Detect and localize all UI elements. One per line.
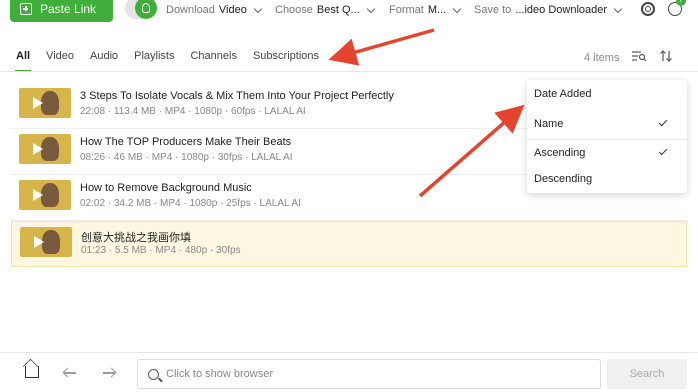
search-button[interactable]: Search <box>607 359 687 389</box>
sort-option-date-added[interactable]: Date Added <box>534 88 592 100</box>
menu-divider <box>527 139 687 140</box>
sort-option-ascending[interactable]: Ascending <box>534 147 585 159</box>
video-meta: 02:02 · 34.2 MB · MP4 · 1080p · 25fps · … <box>80 198 301 209</box>
video-thumbnail <box>20 227 72 257</box>
annotation-arrow-to-sort <box>328 28 435 66</box>
video-meta: 22:08 · 113.4 MB · MP4 · 1080p · 60fps ·… <box>80 106 306 117</box>
download-type-select[interactable]: Download Video <box>166 4 263 16</box>
chevron-down-icon <box>452 4 462 13</box>
forward-arrow-icon[interactable] <box>103 372 115 374</box>
sort-option-name[interactable]: Name <box>534 118 563 130</box>
browser-address-field[interactable]: Click to show browser <box>137 359 601 389</box>
tab-all[interactable]: All <box>14 50 32 72</box>
tabs-divider <box>0 71 698 72</box>
bottom-bar: Click to show browser Search <box>0 352 698 392</box>
tab-subscriptions[interactable]: Subscriptions <box>253 50 319 62</box>
play-icon <box>33 97 43 109</box>
lightbulb-icon <box>135 0 157 19</box>
tab-audio[interactable]: Audio <box>90 50 118 62</box>
chevron-down-icon <box>253 4 263 13</box>
plus-icon <box>20 3 32 15</box>
video-title: How The TOP Producers Make Their Beats <box>80 136 292 148</box>
chevron-down-icon <box>366 4 375 13</box>
checkmark-icon <box>658 146 668 156</box>
tab-channels[interactable]: Channels <box>190 50 236 62</box>
sort-icon[interactable] <box>632 50 646 62</box>
checkmark-icon <box>658 117 668 127</box>
play-icon <box>33 189 43 201</box>
notification-badge: 7 <box>676 0 686 6</box>
sort-order-icon[interactable] <box>660 50 672 62</box>
top-toolbar: Paste Link Download Video Choose Best Q.… <box>0 0 698 22</box>
smart-mode-toggle[interactable] <box>125 0 157 19</box>
video-title: How to Remove Background Music <box>80 182 252 194</box>
video-title: 3 Steps To Isolate Vocals & Mix Them Int… <box>80 90 394 102</box>
video-thumbnail <box>19 88 71 118</box>
category-tabs: All Video Audio Playlists Channels Subsc… <box>14 50 335 72</box>
chevron-down-icon <box>613 4 623 13</box>
items-count: 4 items <box>584 52 620 64</box>
sort-option-descending[interactable]: Descending <box>534 173 592 185</box>
video-thumbnail <box>19 180 71 210</box>
home-icon[interactable] <box>25 366 39 378</box>
search-icon <box>148 369 159 380</box>
play-icon <box>33 143 43 155</box>
tab-video[interactable]: Video <box>46 50 74 62</box>
video-thumbnail <box>19 134 71 164</box>
video-title: 创意大挑战之我画你填 <box>81 232 191 244</box>
tab-playlists[interactable]: Playlists <box>134 50 174 62</box>
gear-icon[interactable] <box>641 2 655 16</box>
paste-link-button[interactable]: Paste Link <box>10 0 113 22</box>
paste-link-label: Paste Link <box>40 2 97 16</box>
play-icon <box>34 236 44 248</box>
sort-dropdown-menu: Date Added Name Ascending Descending <box>527 80 687 193</box>
back-arrow-icon[interactable] <box>64 372 76 374</box>
video-meta: 01:23 · 5.5 MB · MP4 · 480p · 30fps <box>81 245 241 256</box>
video-row-selected[interactable]: 创意大挑战之我画你填 01:23 · 5.5 MB · MP4 · 480p ·… <box>11 221 687 267</box>
format-select[interactable]: Format M... <box>389 4 462 16</box>
video-meta: 08:26 · 46 MB · MP4 · 1080p · 30fps · LA… <box>80 152 293 163</box>
quality-select[interactable]: Choose Best Q... <box>275 4 375 16</box>
browser-placeholder: Click to show browser <box>166 368 273 380</box>
save-location-select[interactable]: Save to ...ideo Downloader <box>474 4 623 16</box>
